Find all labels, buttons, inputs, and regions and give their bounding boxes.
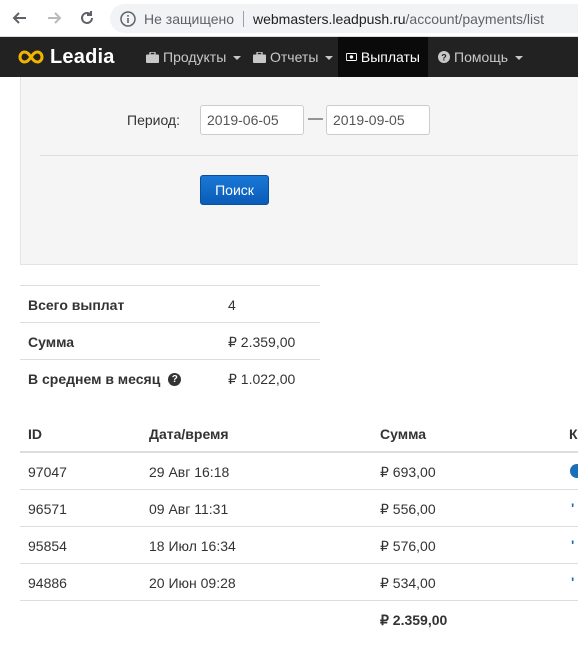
table-row: 95854 18 Июл 16:34 ₽ 576,00 ' <box>20 527 578 564</box>
table-row: 94886 20 Июн 09:28 ₽ 534,00 ' <box>20 564 578 601</box>
cell-sum: ₽ 556,00 <box>380 501 436 517</box>
help-icon[interactable]: ? <box>168 372 182 386</box>
brand-logo[interactable]: Leadia <box>18 37 115 77</box>
nav-help-label: Помощь <box>454 49 509 65</box>
table-row: 97047 29 Авг 16:18 ₽ 693,00 <box>20 453 578 490</box>
cell-id: 96571 <box>28 501 67 517</box>
summary-label-wrap: В среднем в месяц ? <box>28 371 182 387</box>
nav-help[interactable]: ? Помощь <box>430 37 531 77</box>
infinity-logo-icon <box>18 50 44 64</box>
nav-products[interactable]: Продукты <box>138 37 249 77</box>
back-arrow-icon <box>12 12 26 24</box>
search-button[interactable]: Поиск <box>200 175 269 205</box>
table-total-row: ₽ 2.359,00 <box>20 601 578 638</box>
summary-row: Всего выплат 4 <box>20 285 320 322</box>
summary-value: ₽ 1.022,00 <box>228 371 296 387</box>
money-icon <box>346 53 357 61</box>
forward-arrow-icon <box>48 12 62 24</box>
cell-id: 97047 <box>28 464 67 480</box>
period-label: Период: <box>127 112 180 128</box>
cell-sum: ₽ 693,00 <box>380 464 436 480</box>
briefcase-icon <box>146 51 159 63</box>
cell-date: 09 Авг 11:31 <box>149 501 229 517</box>
summary-label: Всего выплат <box>28 297 125 313</box>
nav-payouts[interactable]: Выплаты <box>338 37 428 77</box>
reload-icon <box>81 11 93 24</box>
nav-products-label: Продукты <box>163 49 227 65</box>
top-navbar: Leadia Продукты Отчеты Выплаты ? Помощь <box>0 37 578 77</box>
address-bar[interactable]: Не защищено webmasters.leadpush.ru/accou… <box>110 4 578 33</box>
info-icon[interactable] <box>120 10 136 27</box>
date-from-input[interactable] <box>200 105 304 135</box>
separator <box>243 10 244 27</box>
status-icon[interactable] <box>570 464 578 478</box>
status-icon[interactable]: ' <box>571 574 574 590</box>
filter-divider <box>40 155 578 156</box>
cell-id: 94886 <box>28 575 67 591</box>
status-icon[interactable]: ' <box>571 537 574 553</box>
cell-date: 18 Июл 16:34 <box>149 538 236 554</box>
browser-toolbar: Не защищено webmasters.leadpush.ru/accou… <box>0 0 578 37</box>
summary-label: В среднем в месяц <box>28 371 161 387</box>
date-to-input[interactable] <box>326 105 430 135</box>
header-id[interactable]: ID <box>28 426 42 442</box>
summary-value: ₽ 2.359,00 <box>228 334 296 350</box>
nav-reports-label: Отчеты <box>270 49 319 65</box>
cell-sum: ₽ 576,00 <box>380 538 436 554</box>
url-host: webmasters.leadpush.ru <box>253 10 406 27</box>
security-status: Не защищено <box>144 10 234 27</box>
forward-button[interactable] <box>42 6 66 30</box>
cell-id: 95854 <box>28 538 67 554</box>
status-icon[interactable]: ' <box>571 500 574 516</box>
table-row: 96571 09 Авг 11:31 ₽ 556,00 ' <box>20 490 578 527</box>
cell-date: 29 Авг 16:18 <box>149 464 230 480</box>
header-date[interactable]: Дата/время <box>149 426 229 442</box>
chevron-down-icon <box>233 56 242 60</box>
table-header: ID Дата/время Сумма К <box>20 415 578 453</box>
question-circle-icon: ? <box>438 51 450 63</box>
summary-row: В среднем в месяц ? ₽ 1.022,00 <box>20 359 320 396</box>
date-range-dash: — <box>308 110 323 127</box>
total-sum: ₽ 2.359,00 <box>380 612 448 628</box>
chevron-down-icon <box>325 56 334 60</box>
nav-reports[interactable]: Отчеты <box>245 37 341 77</box>
header-sum[interactable]: Сумма <box>380 426 426 442</box>
cell-date: 20 Июн 09:28 <box>149 575 236 591</box>
cell-sum: ₽ 534,00 <box>380 575 436 591</box>
payments-table: ID Дата/время Сумма К 97047 29 Авг 16:18… <box>20 415 578 638</box>
summary-row: Сумма ₽ 2.359,00 <box>20 322 320 359</box>
payout-summary: Всего выплат 4 Сумма ₽ 2.359,00 В средне… <box>20 285 320 396</box>
back-button[interactable] <box>8 6 32 30</box>
chevron-down-icon <box>515 56 524 60</box>
nav-payouts-label: Выплаты <box>360 49 420 65</box>
header-k[interactable]: К <box>569 426 578 442</box>
summary-label: Сумма <box>28 334 75 350</box>
reload-button[interactable] <box>75 6 99 30</box>
summary-value: 4 <box>228 297 236 313</box>
brand-name: Leadia <box>50 45 115 68</box>
svg-text:?: ? <box>441 53 447 63</box>
url-path: /account/payments/list <box>405 10 545 27</box>
briefcase-icon <box>253 51 266 63</box>
